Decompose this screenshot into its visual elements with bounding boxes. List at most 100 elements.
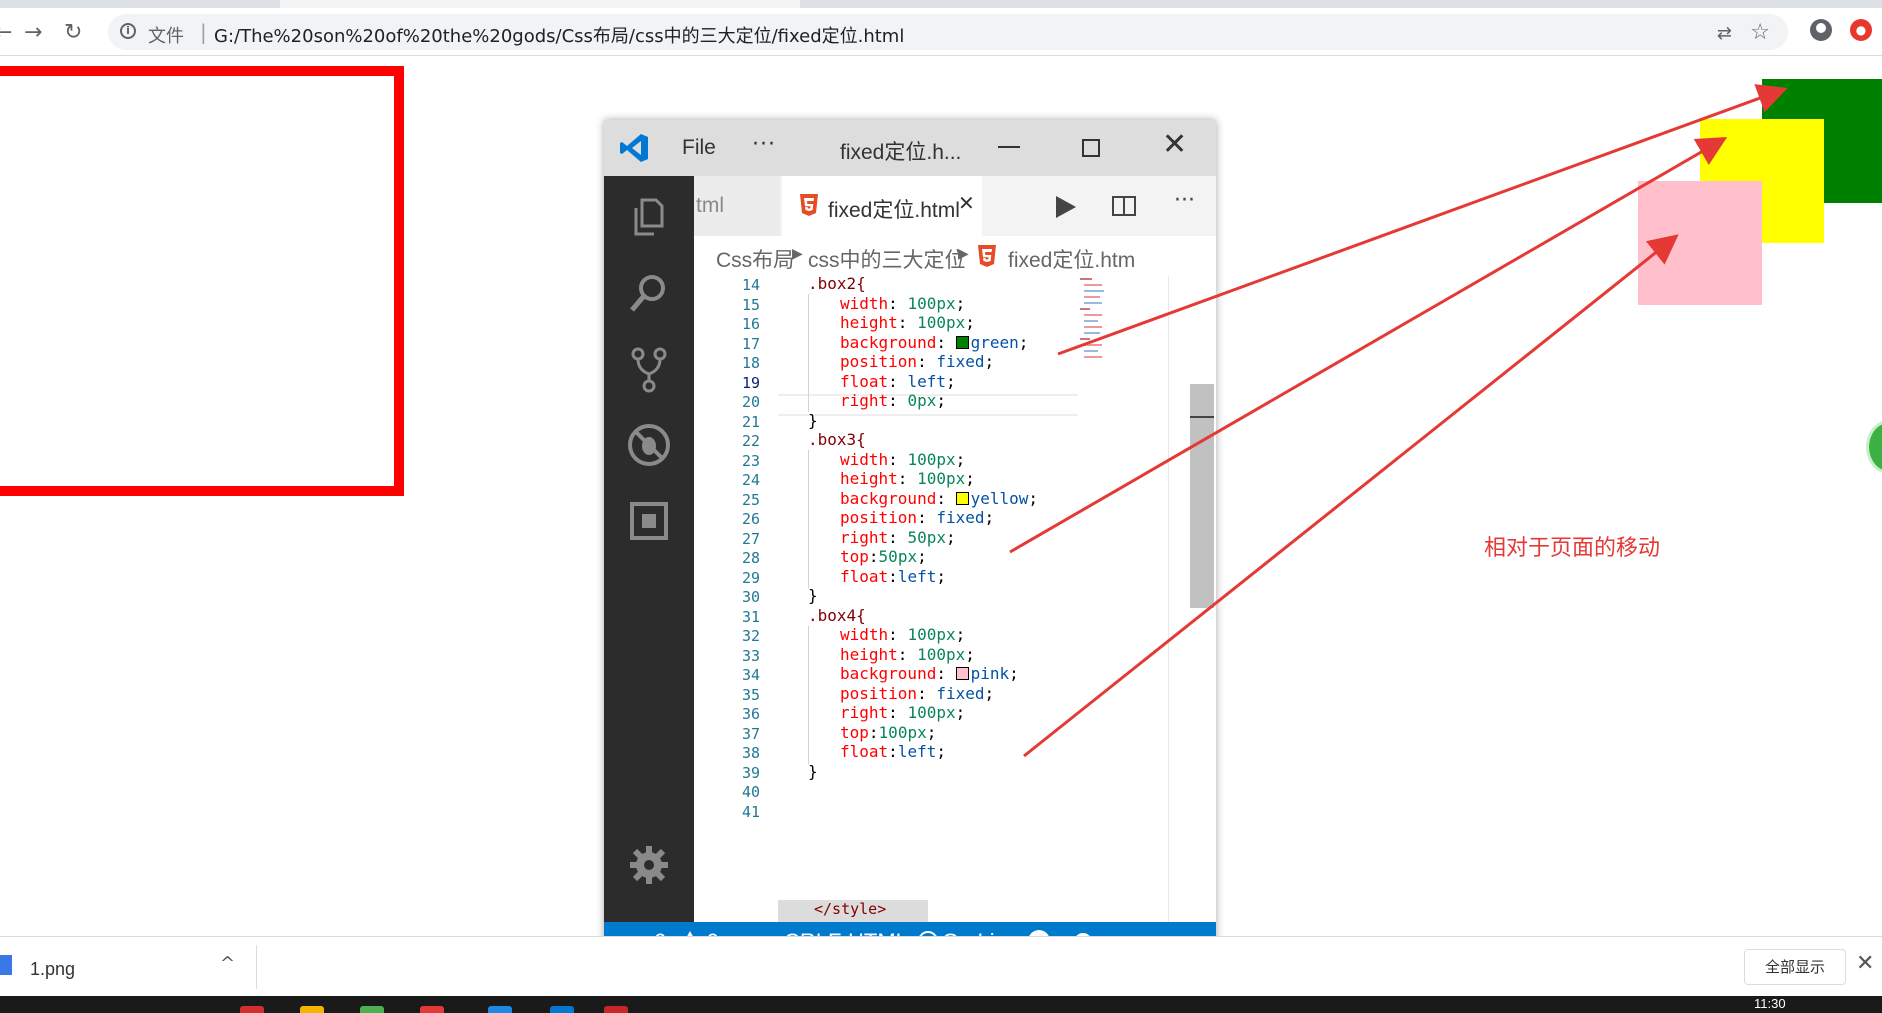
code-value: fixed bbox=[936, 508, 985, 527]
explorer-icon[interactable] bbox=[624, 192, 674, 242]
line-number: 30 bbox=[741, 588, 760, 606]
back-icon[interactable]: ← bbox=[0, 22, 12, 44]
editor-tab-bar: tml fixed定位.html ✕ ··· bbox=[694, 176, 1216, 236]
code-line: } bbox=[808, 586, 818, 606]
breadcrumb-item[interactable]: Css布局 bbox=[716, 244, 794, 274]
code-line: right: 100px; bbox=[840, 703, 966, 722]
code-property: background bbox=[840, 332, 937, 352]
color-swatch-yellow[interactable] bbox=[955, 491, 969, 505]
taskbar-app-icon[interactable] bbox=[604, 1006, 628, 1013]
url-text[interactable]: G:/The%20son%20of%20the%20gods/Css布局/css… bbox=[214, 22, 904, 48]
translate-icon[interactable]: ⇄ bbox=[1717, 23, 1732, 44]
extension-icon[interactable]: ● bbox=[1850, 19, 1872, 41]
taskbar-app-icon[interactable] bbox=[240, 1006, 264, 1013]
color-swatch-green[interactable] bbox=[955, 335, 969, 349]
floating-widget-icon[interactable] bbox=[1866, 420, 1882, 474]
extensions-icon[interactable] bbox=[624, 496, 674, 546]
line-number: 22 bbox=[741, 432, 760, 450]
close-download-bar-icon[interactable]: ✕ bbox=[1856, 951, 1874, 976]
code-line: right: 50px; bbox=[840, 527, 956, 547]
image-file-icon bbox=[0, 955, 12, 975]
settings-gear-icon[interactable] bbox=[624, 840, 674, 890]
line-number: 31 bbox=[741, 607, 760, 626]
debug-icon[interactable] bbox=[624, 420, 674, 470]
code-line: top:100px; bbox=[840, 722, 937, 742]
code-value: 100px bbox=[907, 449, 956, 469]
line-number: 16 bbox=[741, 315, 760, 333]
code-property: width bbox=[840, 449, 889, 469]
code-line: float:left; bbox=[840, 566, 946, 586]
taskbar-folder-icon[interactable] bbox=[300, 1006, 324, 1013]
code-property: width bbox=[840, 625, 889, 644]
more-actions-icon[interactable]: ··· bbox=[1174, 188, 1195, 213]
code-property: height bbox=[840, 469, 898, 488]
menu-more-icon[interactable]: ··· bbox=[752, 132, 776, 157]
download-bar: 1.png ^ 全部显示 ✕ bbox=[0, 936, 1882, 997]
code-value: fixed bbox=[936, 352, 985, 371]
code-property: height bbox=[840, 644, 898, 664]
tab-close-icon[interactable]: ✕ bbox=[958, 191, 975, 215]
minimize-icon[interactable] bbox=[998, 146, 1020, 148]
split-editor-icon[interactable] bbox=[1112, 196, 1136, 216]
line-number: 15 bbox=[741, 295, 760, 314]
address-bar[interactable]: i 文件 | G:/The%20son%20of%20the%20gods/Cs… bbox=[108, 14, 1788, 50]
code-line: top:50px; bbox=[840, 547, 927, 566]
chevron-up-icon[interactable]: ^ bbox=[220, 953, 235, 974]
forward-icon[interactable]: → bbox=[24, 22, 42, 44]
code-brace: } bbox=[808, 761, 818, 781]
download-file-name[interactable]: 1.png bbox=[30, 959, 75, 980]
breadcrumb-item[interactable]: css中的三大定位 bbox=[808, 244, 966, 274]
code-value: 0px bbox=[907, 391, 937, 410]
code-line: position: fixed; bbox=[840, 508, 995, 527]
code-editor[interactable]: 14 15 16 17 18 19 20 21 22 23 24 25 26 2… bbox=[694, 276, 1216, 922]
color-swatch-pink[interactable] bbox=[955, 667, 969, 680]
breadcrumb-item[interactable]: fixed定位.htm bbox=[1008, 244, 1135, 274]
taskbar-app-icon[interactable] bbox=[420, 1006, 444, 1013]
code-property: position bbox=[840, 683, 918, 703]
code-value: 100px bbox=[907, 703, 956, 722]
info-icon[interactable]: i bbox=[120, 23, 136, 39]
window-title: fixed定位.h... bbox=[840, 141, 962, 164]
source-control-icon[interactable] bbox=[624, 344, 674, 394]
active-tab[interactable] bbox=[280, 0, 800, 8]
code-property: float bbox=[840, 742, 889, 761]
code-line: float: left; bbox=[840, 371, 956, 391]
divider bbox=[256, 945, 257, 989]
code-property: right bbox=[840, 703, 889, 722]
code-line: } bbox=[808, 762, 818, 782]
code-line: background: pink; bbox=[840, 664, 1019, 683]
minimap[interactable] bbox=[1078, 276, 1108, 386]
code-lines: .box2{ width: 100px; height: 100px; back… bbox=[778, 276, 1076, 922]
code-brace: } bbox=[808, 586, 818, 605]
profile-icon[interactable] bbox=[1810, 19, 1832, 41]
line-number: 21 bbox=[741, 412, 760, 431]
code-line: background: green; bbox=[840, 332, 1029, 352]
breadcrumb-chevron-icon: ▶ bbox=[792, 246, 803, 262]
line-number: 32 bbox=[741, 627, 760, 645]
bookmark-star-icon[interactable]: ☆ bbox=[1750, 20, 1770, 45]
file-label: 文件 bbox=[148, 26, 184, 47]
taskbar-browser-icon[interactable] bbox=[360, 1006, 384, 1013]
close-window-icon[interactable]: ✕ bbox=[1162, 130, 1187, 160]
code-value: 100px bbox=[907, 293, 956, 313]
line-number: 26 bbox=[741, 510, 760, 528]
line-number: 33 bbox=[741, 646, 760, 665]
tab-active[interactable]: fixed定位.html ✕ bbox=[782, 176, 982, 236]
code-selector: .box4{ bbox=[808, 605, 866, 625]
show-all-button[interactable]: 全部显示 bbox=[1744, 949, 1846, 985]
run-icon[interactable] bbox=[1056, 196, 1076, 218]
menu-file[interactable]: File bbox=[682, 136, 716, 160]
vscode-titlebar: File ··· fixed定位.h... ✕ bbox=[604, 120, 1216, 176]
taskbar-app-icon[interactable] bbox=[488, 1006, 512, 1013]
code-property: right bbox=[840, 391, 889, 410]
line-number: 19 bbox=[741, 373, 760, 392]
tab-inactive[interactable]: tml bbox=[694, 176, 781, 236]
reload-icon[interactable]: ↻ bbox=[64, 22, 82, 44]
maximize-icon[interactable] bbox=[1082, 139, 1100, 157]
search-icon[interactable] bbox=[624, 268, 674, 318]
code-property: right bbox=[840, 527, 889, 547]
code-value: left bbox=[907, 371, 946, 391]
browser-toolbar: ← → ↻ i 文件 | G:/The%20son%20of%20the%20g… bbox=[0, 8, 1882, 56]
taskbar-vscode-icon[interactable] bbox=[550, 1006, 574, 1013]
code-line: right: 0px; bbox=[840, 391, 946, 410]
